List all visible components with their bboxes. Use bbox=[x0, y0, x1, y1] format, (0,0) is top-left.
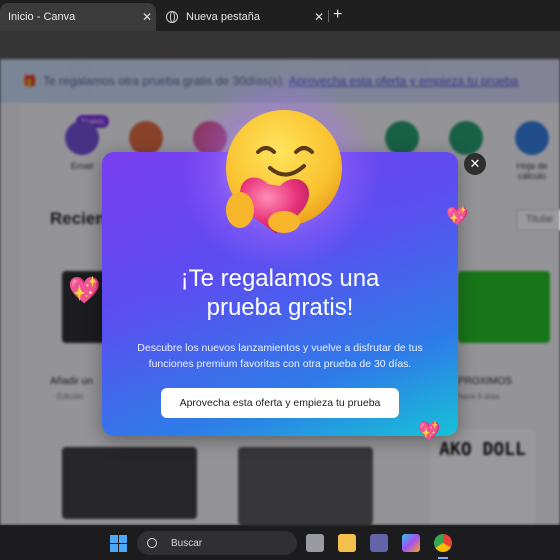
sparkle-heart-icon: 💖 bbox=[68, 275, 101, 305]
start-trial-button[interactable]: Aprovecha esta oferta y empieza tu prueb… bbox=[161, 388, 399, 418]
hugging-heart-emoji-icon bbox=[214, 106, 350, 242]
chrome-icon bbox=[166, 11, 178, 23]
file-explorer-icon[interactable] bbox=[338, 534, 356, 552]
search-icon bbox=[147, 538, 157, 548]
taskbar-search-input[interactable]: Buscar bbox=[137, 531, 297, 555]
tab-new[interactable]: Nueva pestaña ✕ bbox=[158, 3, 328, 31]
modal-title: ¡Te regalamos una prueba gratis! bbox=[180, 265, 380, 321]
sparkle-heart-icon: 💖 bbox=[446, 206, 469, 226]
active-app-indicator bbox=[438, 557, 448, 559]
task-view-icon[interactable] bbox=[306, 534, 324, 552]
tab-label: Nueva pestaña bbox=[186, 11, 260, 23]
screen: Inicio - Canva ✕ Nueva pestaña ✕ + 🎁 Te … bbox=[0, 0, 560, 560]
taskbar: Buscar bbox=[0, 525, 560, 560]
modal-description: Descubre los nuevos lanzamientos y vuelv… bbox=[137, 342, 423, 370]
tab-close-icon[interactable]: ✕ bbox=[310, 10, 328, 24]
chrome-icon[interactable] bbox=[434, 534, 452, 552]
start-icon[interactable] bbox=[110, 535, 127, 552]
new-tab-button[interactable]: + bbox=[333, 6, 342, 24]
modal-close-button[interactable]: ✕ bbox=[464, 153, 486, 175]
sparkle-heart-icon: 💖 bbox=[418, 421, 441, 441]
tab-close-icon[interactable]: ✕ bbox=[138, 10, 156, 24]
search-placeholder: Buscar bbox=[171, 537, 203, 549]
tab-canva[interactable]: Inicio - Canva ✕ bbox=[0, 3, 156, 31]
browser-tab-strip: Inicio - Canva ✕ Nueva pestaña ✕ + bbox=[0, 0, 560, 31]
copilot-icon[interactable] bbox=[402, 534, 420, 552]
browser-toolbar bbox=[0, 31, 560, 59]
teams-icon[interactable] bbox=[370, 534, 388, 552]
tab-divider bbox=[328, 10, 329, 22]
tab-label: Inicio - Canva bbox=[8, 11, 76, 23]
